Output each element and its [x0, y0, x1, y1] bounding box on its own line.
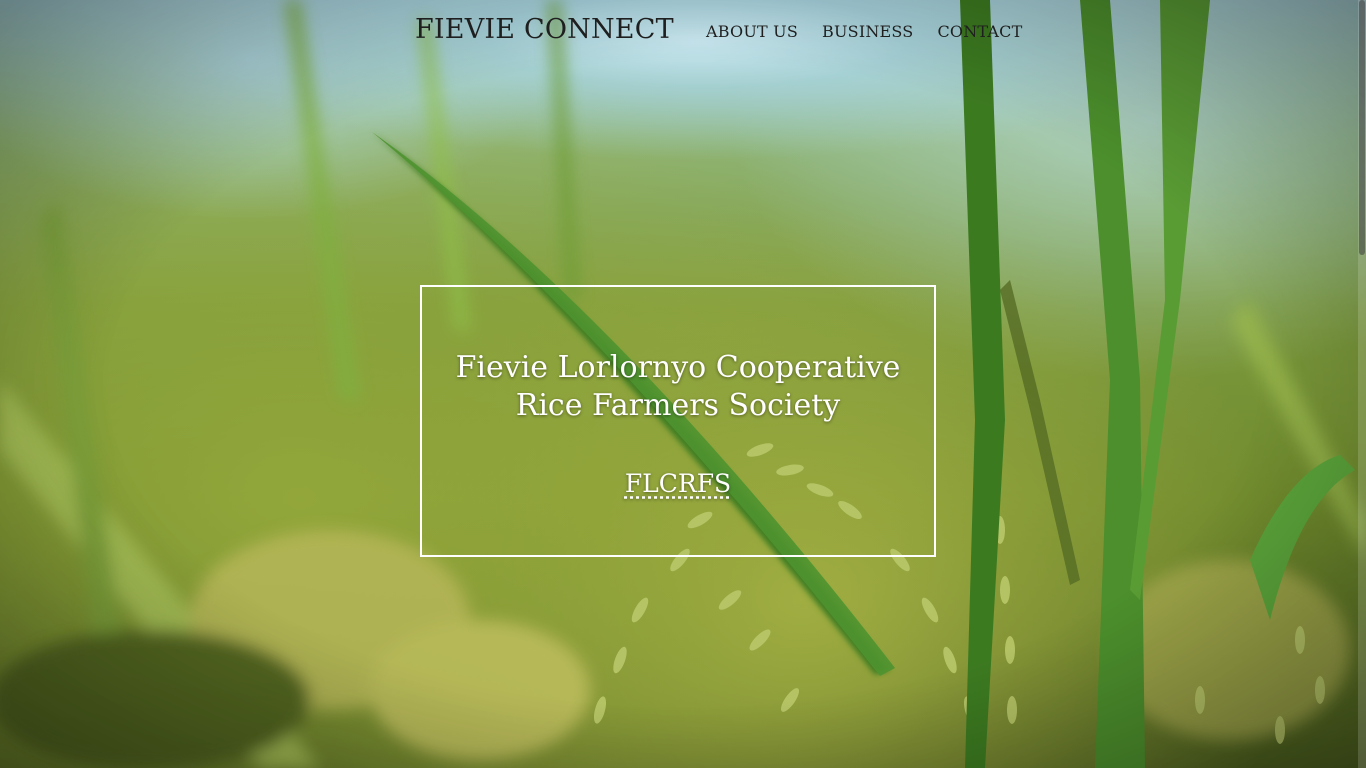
brand-logo-link[interactable]: FIEVIE CONNECT — [415, 14, 674, 45]
hero-title-line-1: Fievie Lorlornyo Cooperative — [455, 350, 901, 385]
nav-menu: ABOUT US BUSINESS CONTACT — [706, 22, 1023, 41]
nav-item-business: BUSINESS — [822, 22, 913, 41]
nav-link-contact[interactable]: CONTACT — [937, 22, 1022, 41]
hero-box: Fievie Lorlornyo Cooperative Rice Farmer… — [420, 285, 936, 557]
hero-abbreviation: FLCRFS — [624, 469, 732, 498]
scrollbar-thumb[interactable] — [1359, 0, 1365, 255]
hero-title-line-2: Rice Farmers Society — [515, 388, 841, 423]
hero-title: Fievie Lorlornyo Cooperative Rice Farmer… — [422, 349, 934, 425]
page-scrollbar[interactable] — [1358, 0, 1366, 768]
nav-link-about-us[interactable]: ABOUT US — [706, 22, 798, 41]
nav-item-about-us: ABOUT US — [706, 22, 798, 41]
nav-link-business[interactable]: BUSINESS — [822, 22, 913, 41]
nav-item-contact: CONTACT — [937, 22, 1022, 41]
page: FIEVIE CONNECT ABOUT US BUSINESS CONTACT… — [0, 0, 1366, 768]
top-navbar: FIEVIE CONNECT ABOUT US BUSINESS CONTACT — [0, 0, 1366, 64]
